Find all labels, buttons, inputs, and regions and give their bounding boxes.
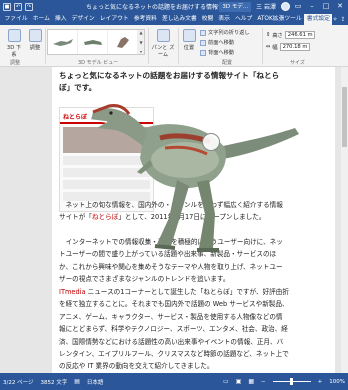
tab-view[interactable]: 表示	[216, 14, 233, 25]
zoom-level[interactable]: 100%	[329, 379, 345, 385]
3d-cube-icon	[7, 29, 21, 42]
expand-icon[interactable]: ▾	[138, 49, 144, 54]
position-button[interactable]: 位置	[180, 29, 198, 51]
group-label-arrange: 配置	[222, 60, 233, 66]
reset-icon	[28, 29, 42, 42]
zoom-in-icon[interactable]: +	[318, 379, 323, 385]
chevron-up-icon[interactable]: ▲	[138, 30, 144, 35]
title-bar: ■ ↶ ↷ ちょっと気になるネットの話題をお届けする情報サイト・・・ 3D モデ…	[0, 0, 348, 13]
print-layout-icon[interactable]: ▣	[236, 378, 242, 385]
redo-icon[interactable]: ↷	[25, 2, 33, 11]
proofing-icon[interactable]: ▤	[74, 378, 80, 385]
tab-format[interactable]: 書式設定	[304, 14, 333, 25]
scroll-thumb[interactable]	[342, 87, 347, 147]
zoom-knob[interactable]	[289, 378, 293, 385]
3d-models-button[interactable]: 3D 下 系	[4, 29, 24, 58]
send-backward-icon	[200, 49, 206, 56]
dino-thumb-icon	[52, 39, 73, 46]
dino-thumb-icon	[116, 37, 129, 48]
user-name[interactable]: 三 岩澤	[253, 2, 279, 11]
gallery-scroll[interactable]: ▲ ▼ ▾	[138, 30, 144, 54]
save-icon[interactable]: ■	[3, 2, 11, 11]
tab-mailings[interactable]: 差し込み文書	[159, 14, 199, 25]
read-mode-icon[interactable]: ▭	[223, 378, 229, 385]
view-option-3[interactable]	[108, 30, 138, 54]
position-icon	[182, 29, 196, 42]
zoom-out-icon[interactable]: −	[261, 379, 266, 385]
tab-insert[interactable]: 挿入	[52, 14, 69, 25]
pan-zoom-button[interactable]: パンと ズーム	[150, 29, 176, 58]
maximize-icon[interactable]: □	[320, 0, 332, 13]
wrap-icon	[200, 29, 206, 36]
tab-references[interactable]: 参考資料	[131, 14, 159, 25]
undo-icon[interactable]: ↶	[14, 2, 22, 11]
group-label-size: サイズ	[290, 60, 305, 66]
chevron-down-icon[interactable]: ▼	[138, 40, 144, 45]
send-backward-button[interactable]: 背面へ移動	[200, 49, 234, 56]
tab-layout[interactable]: レイアウト	[97, 14, 131, 25]
width-input[interactable]: 270.18 m	[279, 43, 310, 51]
close-icon[interactable]: ✕	[334, 0, 346, 13]
group-label-3d-views: 3D モデル ビュー	[78, 60, 119, 66]
wrap-text-button[interactable]: 文字列の折り返し	[200, 29, 250, 36]
bring-forward-icon	[200, 39, 206, 46]
tab-help[interactable]: ヘルプ	[232, 14, 254, 25]
height-input[interactable]: 246.61 m	[284, 31, 315, 39]
height-field: ⇕ 高さ 246.61 m	[266, 31, 315, 39]
bring-forward-button[interactable]: 前面へ移動	[200, 39, 234, 46]
status-bar: 3/22 ページ 3852 文字 ▤ 日本語 ▭ ▣ ▦ − + 100%	[0, 373, 348, 390]
width-icon: ⇔	[266, 44, 271, 50]
3d-dinosaur-model[interactable]	[85, 68, 305, 268]
contextual-tools-label: 3D モデ...	[219, 1, 252, 12]
pan-zoom-icon	[156, 29, 170, 42]
3d-view-gallery[interactable]: ▲ ▼ ▾	[47, 29, 145, 55]
tab-design[interactable]: デザイン	[69, 14, 97, 25]
paragraph-3[interactable]: ITmedia ニュースの1コーナーとして誕生した「ねとらぼ」ですが、好評由折を…	[59, 286, 289, 373]
vertical-scrollbar[interactable]	[341, 67, 348, 373]
tab-review[interactable]: 校閲	[199, 14, 216, 25]
view-option-1[interactable]	[48, 30, 78, 54]
tab-file[interactable]: ファイル	[2, 14, 30, 25]
ribbon-tabs: ファイル ホーム 挿入 デザイン レイアウト 参考資料 差し込み文書 校閲 表示…	[0, 13, 348, 25]
avatar[interactable]	[281, 2, 290, 11]
height-icon: ⇕	[266, 32, 271, 38]
minimize-icon[interactable]: –	[306, 0, 318, 13]
language[interactable]: 日本語	[87, 378, 104, 386]
ribbon-display-icon[interactable]: ▭	[292, 0, 304, 13]
view-option-2[interactable]	[78, 30, 108, 54]
group-label-adjust: 調整	[10, 60, 21, 66]
dino-thumb-icon	[83, 40, 102, 45]
window-title: ちょっと気になるネットの話題をお届けする情報サイト・・・	[86, 4, 219, 11]
quick-access-toolbar: ■ ↶ ↷	[0, 2, 86, 11]
web-layout-icon[interactable]: ▦	[248, 378, 254, 385]
share-icon[interactable]: ⇪	[341, 16, 346, 23]
page-count[interactable]: 3/22 ページ	[3, 378, 34, 386]
rotate-3d-handle[interactable]	[202, 133, 220, 151]
reset-model-button[interactable]: 調整	[26, 29, 44, 51]
zoom-slider[interactable]	[272, 378, 311, 385]
ribbon: 3D 下 系 調整 調整 ▲ ▼ ▾ 3D モデル ビュー パンと ズーム 位置	[0, 25, 348, 67]
tab-home[interactable]: ホーム	[30, 14, 52, 25]
width-field: ⇔ 幅 270.18 m	[266, 43, 310, 51]
tab-atok[interactable]: ATOK拡張ツール	[255, 14, 304, 25]
lightbulb-icon[interactable]: ✧	[332, 16, 337, 23]
word-count[interactable]: 3852 文字	[41, 378, 68, 386]
itmedia-link[interactable]: ITmedia	[59, 288, 86, 296]
